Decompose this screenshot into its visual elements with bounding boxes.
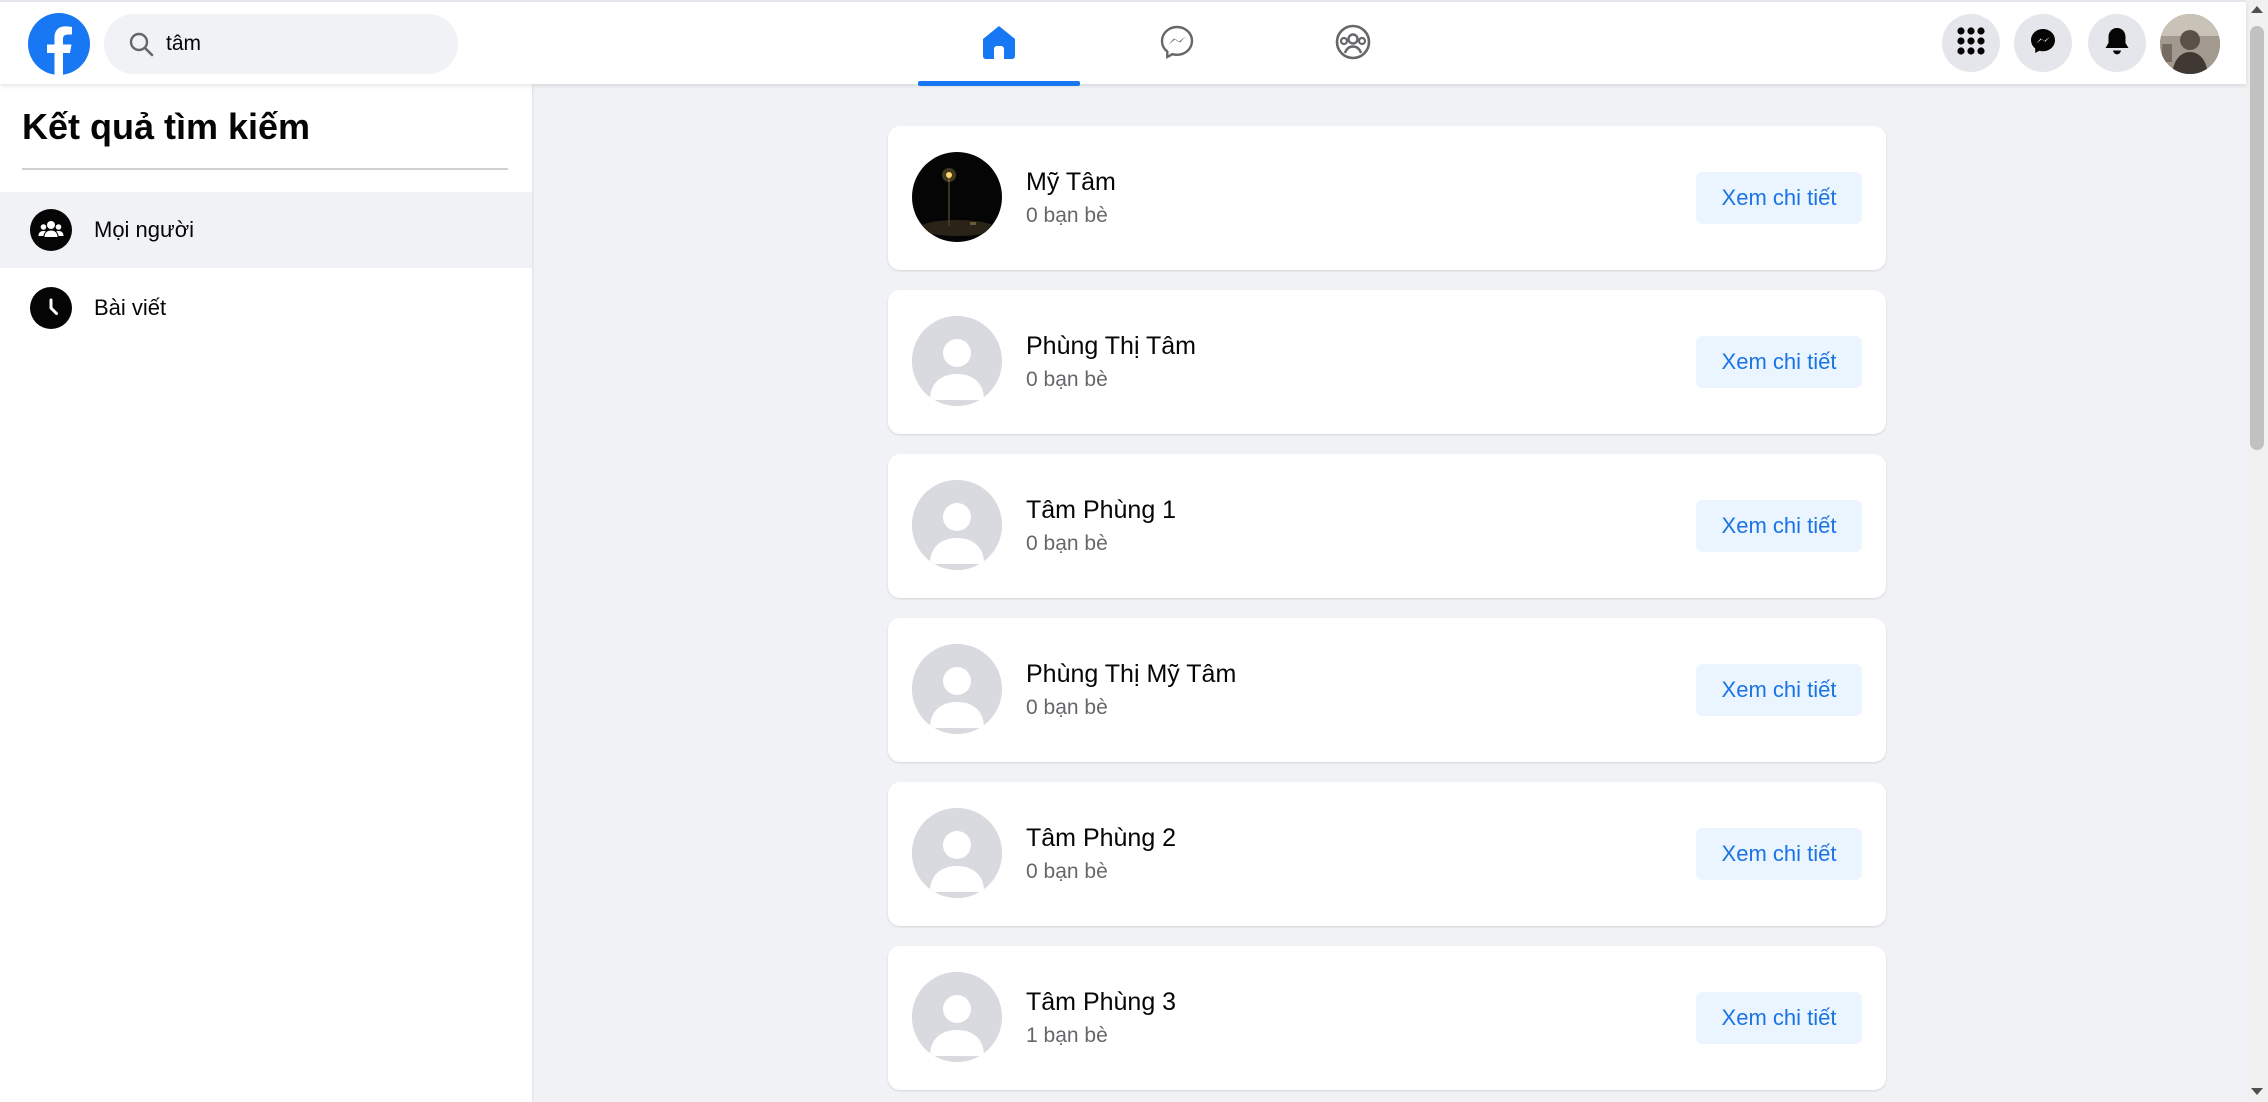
avatar[interactable] xyxy=(912,808,1002,898)
friend-count: 0 bạn bè xyxy=(1026,368,1108,391)
avatar[interactable] xyxy=(912,972,1002,1062)
avatar[interactable] xyxy=(912,316,1002,406)
friend-count: 0 bạn bè xyxy=(1026,204,1108,227)
view-details-button[interactable]: Xem chi tiết xyxy=(1696,336,1862,388)
search-bar[interactable] xyxy=(104,14,458,74)
profile-avatar[interactable] xyxy=(2160,14,2220,74)
person-name[interactable]: Phùng Thị Tâm xyxy=(1026,332,1196,361)
friend-count: 1 bạn bè xyxy=(1026,1024,1108,1047)
search-results-sidebar: Kết quả tìm kiếm Mọi người Bài viết xyxy=(0,84,532,1102)
sidebar-divider xyxy=(22,168,508,170)
friend-count: 0 bạn bè xyxy=(1026,860,1108,883)
search-icon xyxy=(128,31,154,57)
sidebar-item-label: Mọi người xyxy=(94,217,195,242)
facebook-logo-icon[interactable] xyxy=(28,13,90,75)
messenger-button[interactable] xyxy=(2014,14,2072,72)
messenger-icon xyxy=(2029,27,2057,60)
grid-menu-icon xyxy=(1956,26,1986,61)
person-name[interactable]: Tâm Phùng 1 xyxy=(1026,496,1176,525)
view-details-button[interactable]: Xem chi tiết xyxy=(1696,172,1862,224)
scrollbar-thumb[interactable] xyxy=(2250,26,2264,450)
groups-icon xyxy=(1334,23,1372,66)
avatar[interactable] xyxy=(912,480,1002,570)
home-icon xyxy=(980,23,1018,66)
person-name[interactable]: Mỹ Tâm xyxy=(1026,168,1116,197)
scroll-up-arrow-icon[interactable] xyxy=(2251,6,2263,13)
sidebar-item-label: Bài viết xyxy=(94,295,167,320)
person-name[interactable]: Tâm Phùng 3 xyxy=(1026,988,1176,1017)
tab-messenger[interactable] xyxy=(1096,2,1258,86)
list-item: Tâm Phùng 1 0 bạn bè Xem chi tiết xyxy=(888,454,1886,598)
list-item: Phùng Thị Tâm 0 bạn bè Xem chi tiết xyxy=(888,290,1886,434)
person-name[interactable]: Phùng Thị Mỹ Tâm xyxy=(1026,660,1236,689)
tab-groups[interactable] xyxy=(1272,2,1434,86)
people-icon xyxy=(30,209,72,251)
sidebar-title: Kết quả tìm kiếm xyxy=(22,106,311,147)
view-details-button[interactable]: Xem chi tiết xyxy=(1696,828,1862,880)
top-navigation-bar xyxy=(0,0,2246,86)
sidebar-item-posts[interactable]: Bài viết xyxy=(0,270,532,346)
friend-count: 0 bạn bè xyxy=(1026,696,1108,719)
page-scrollbar[interactable] xyxy=(2246,0,2268,1102)
menu-button[interactable] xyxy=(1942,14,2000,72)
bell-icon xyxy=(2103,26,2131,61)
scroll-down-arrow-icon[interactable] xyxy=(2251,1088,2263,1095)
view-details-button[interactable]: Xem chi tiết xyxy=(1696,992,1862,1044)
view-details-button[interactable]: Xem chi tiết xyxy=(1696,500,1862,552)
list-item: Phùng Thị Mỹ Tâm 0 bạn bè Xem chi tiết xyxy=(888,618,1886,762)
messenger-icon xyxy=(1159,24,1195,65)
view-details-button[interactable]: Xem chi tiết xyxy=(1696,664,1862,716)
sidebar-item-people[interactable]: Mọi người xyxy=(0,192,532,268)
list-item: Tâm Phùng 2 0 bạn bè Xem chi tiết xyxy=(888,782,1886,926)
search-input[interactable] xyxy=(166,24,446,64)
person-name[interactable]: Tâm Phùng 2 xyxy=(1026,824,1176,853)
notifications-button[interactable] xyxy=(2088,14,2146,72)
list-item: Mỹ Tâm 0 bạn bè Xem chi tiết xyxy=(888,126,1886,270)
clock-icon xyxy=(30,287,72,329)
tab-home[interactable] xyxy=(918,2,1080,86)
avatar[interactable] xyxy=(912,644,1002,734)
friend-count: 0 bạn bè xyxy=(1026,532,1108,555)
avatar[interactable] xyxy=(912,152,1002,242)
list-item: Tâm Phùng 3 1 bạn bè Xem chi tiết xyxy=(888,946,1886,1090)
